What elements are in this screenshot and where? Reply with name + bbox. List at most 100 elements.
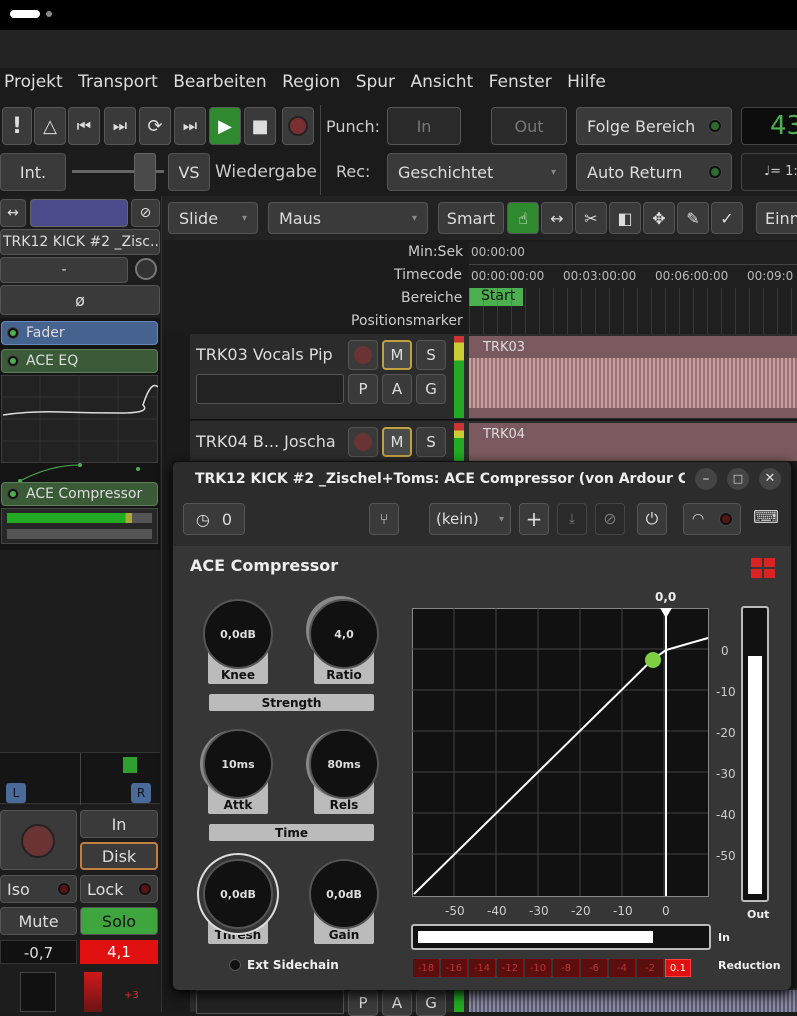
track-a-button[interactable]: A — [382, 374, 412, 404]
region-bottom[interactable] — [469, 990, 797, 1012]
input-trim-knob[interactable] — [135, 258, 157, 280]
plugin-ace-compressor[interactable]: ACE Compressor — [1, 482, 158, 506]
menu-ansicht[interactable]: Ansicht — [410, 72, 473, 92]
track-a-button[interactable]: A — [382, 990, 412, 1016]
panner[interactable]: L R — [0, 752, 160, 805]
record-button[interactable] — [282, 107, 314, 145]
fader-led[interactable] — [8, 328, 18, 338]
play-button[interactable]: ▶ — [209, 107, 241, 145]
menu-hilfe[interactable]: Hilfe — [567, 72, 606, 92]
iso-button[interactable]: Iso — [0, 875, 77, 903]
region-trk04[interactable]: TRK04 — [469, 423, 797, 461]
comp-led[interactable] — [8, 489, 18, 499]
region-trk03[interactable]: TRK03 — [469, 336, 797, 418]
insert-region-button[interactable]: Einn — [756, 202, 797, 234]
save-preset-icon[interactable]: ⤓ — [557, 503, 587, 535]
ruler-area[interactable]: 00:00:00 00:00:00:00 00:03:00:00 00:06:0… — [469, 242, 797, 334]
strip-rec-button[interactable] — [0, 810, 77, 870]
play-range-icon[interactable]: ⏭ — [174, 107, 206, 145]
minimize-icon[interactable]: – — [695, 468, 717, 490]
punch-out-button[interactable]: Out — [491, 107, 567, 145]
preset-dropdown[interactable]: (kein) ▾ — [429, 503, 511, 535]
tool-dropdown[interactable]: Maus ▾ — [268, 202, 428, 234]
automation-icon[interactable]: ◠ — [683, 503, 741, 535]
goto-end-icon[interactable]: ⏭ — [104, 107, 136, 145]
menu-spur[interactable]: Spur — [356, 72, 395, 92]
lock-button[interactable]: Lock — [80, 875, 158, 903]
stop-button[interactable]: ■ — [244, 107, 276, 145]
menu-fenster[interactable]: Fenster — [489, 72, 552, 92]
tempo-display[interactable]: ♩= 1: — [741, 153, 797, 191]
track-fader[interactable] — [196, 374, 344, 404]
thresh-knob[interactable]: 0,0dB — [203, 859, 273, 929]
plugin-ace-eq[interactable]: ACE EQ — [1, 349, 158, 373]
follow-range-button[interactable]: Folge Bereich — [576, 107, 732, 145]
monitor-disk-button[interactable]: Disk — [80, 842, 158, 870]
strip-width-icon[interactable]: ↔ — [0, 199, 26, 227]
knee-knob[interactable]: 0,0dB — [203, 599, 273, 669]
edit-mode-dropdown[interactable]: Slide ▾ — [168, 202, 258, 234]
grab-tool-icon[interactable]: ☝ — [507, 202, 539, 234]
track-trk03[interactable]: TRK03 Vocals Pip M S P A G TRK03 — [190, 334, 797, 420]
solo-button[interactable]: Solo — [80, 907, 158, 935]
loop-icon[interactable]: ⟳ — [139, 107, 171, 145]
punch-in-button[interactable]: In — [387, 107, 461, 145]
latency-button[interactable]: ◷ 0 — [183, 503, 245, 535]
track-g-button[interactable]: G — [416, 374, 446, 404]
track-solo-button[interactable]: S — [416, 427, 446, 457]
close-icon[interactable]: ✕ — [759, 468, 781, 490]
ext-sidechain-toggle[interactable]: Ext Sidechain — [229, 958, 339, 972]
track-bottom[interactable]: P A G — [190, 988, 797, 1016]
plugin-fader[interactable]: Fader — [1, 321, 158, 345]
range-tool-icon[interactable]: ↔ — [541, 202, 573, 234]
strip-name-button[interactable]: TRK12 KICK #2 _Zisc... — [0, 229, 160, 255]
hide-eye-icon[interactable]: ⊘ — [131, 199, 160, 227]
track-p-button[interactable]: P — [348, 374, 378, 404]
track-mute-button[interactable]: M — [382, 340, 412, 370]
attack-knob[interactable]: 10ms — [203, 729, 273, 799]
cut-tool-icon[interactable]: ✂ — [575, 202, 607, 234]
track-p-button[interactable]: P — [348, 990, 378, 1016]
pan-position-marker[interactable] — [123, 757, 137, 773]
track-g-button[interactable]: G — [416, 990, 446, 1016]
error-log-button[interactable]: ! — [2, 107, 32, 145]
pinout-icon[interactable]: ⑂ — [369, 503, 399, 535]
rec-mode-dropdown[interactable]: Geschichtet ▾ — [387, 153, 567, 191]
menu-transport[interactable]: Transport — [78, 72, 158, 92]
audition-tool-icon[interactable]: ✥ — [643, 202, 675, 234]
release-knob[interactable]: 80ms — [309, 729, 379, 799]
auto-return-button[interactable]: Auto Return — [576, 153, 732, 191]
add-preset-icon[interactable]: + — [519, 503, 549, 535]
track-rec-button[interactable] — [348, 427, 378, 457]
menu-bearbeiten[interactable]: Bearbeiten — [173, 72, 266, 92]
track-name[interactable]: TRK03 Vocals Pip — [196, 345, 333, 364]
keyboard-icon[interactable]: ⌨ — [753, 507, 781, 529]
smart-mode-button[interactable]: Smart — [438, 202, 504, 234]
content-tool-icon[interactable]: ✓ — [711, 202, 743, 234]
stretch-tool-icon[interactable]: ◧ — [609, 202, 641, 234]
track-fader[interactable] — [196, 990, 344, 1014]
maximize-icon[interactable]: □ — [727, 468, 749, 490]
track-rec-button[interactable] — [348, 340, 378, 370]
shuttle-handle[interactable] — [134, 153, 156, 191]
menu-region[interactable]: Region — [282, 72, 340, 92]
draw-tool-icon[interactable]: ✎ — [677, 202, 709, 234]
menu-projekt[interactable]: Projekt — [4, 72, 63, 92]
strip-color-button[interactable] — [30, 199, 128, 227]
goto-start-icon[interactable]: ⏮ — [68, 107, 100, 145]
track-solo-button[interactable]: S — [416, 340, 446, 370]
track-trk04[interactable]: TRK04 B... Joscha M S TRK04 — [190, 421, 797, 461]
fader-slot[interactable] — [20, 972, 56, 1012]
track-name[interactable]: TRK04 B... Joscha — [196, 432, 336, 451]
eq-led[interactable] — [8, 356, 18, 366]
primary-clock[interactable]: 43 — [741, 107, 797, 145]
gain-knob[interactable]: 0,0dB — [309, 859, 379, 929]
monitor-in-button[interactable]: In — [80, 810, 158, 838]
int-button[interactable]: Int. — [0, 153, 66, 191]
track-mute-button[interactable]: M — [382, 427, 412, 457]
metronome-icon[interactable]: △ — [34, 107, 66, 145]
ratio-knob[interactable]: 4,0 — [309, 599, 379, 669]
mute-button[interactable]: Mute — [0, 907, 77, 935]
gain-display[interactable]: -0,7 — [0, 940, 77, 964]
phase-invert-button[interactable]: ø — [0, 285, 160, 315]
